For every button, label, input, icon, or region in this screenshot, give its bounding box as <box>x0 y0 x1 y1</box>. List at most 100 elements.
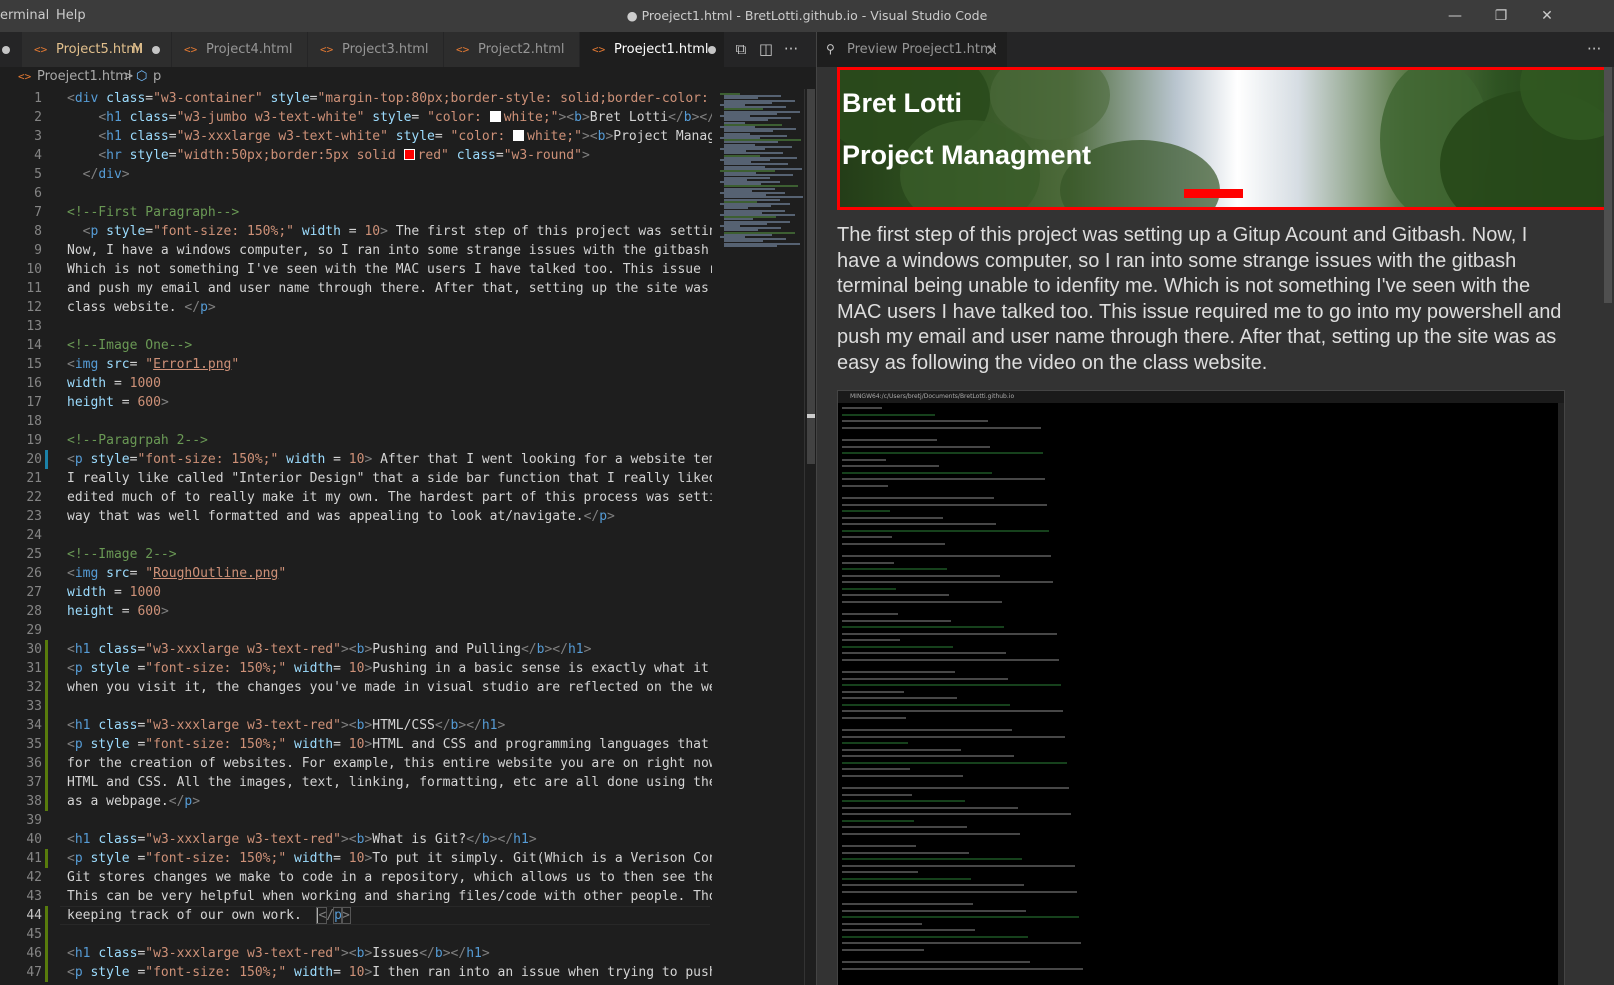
red-divider <box>1184 189 1243 198</box>
html-file-icon: <> <box>320 43 334 56</box>
more-actions-icon[interactable]: ··· <box>1587 32 1601 67</box>
git-change-marker <box>45 906 48 944</box>
terminal-line <box>842 413 935 416</box>
terminal-screenshot-image: MINGW64:/c/Users/bretj/Documents/BretLot… <box>837 390 1565 985</box>
line-number: 41 <box>26 851 42 866</box>
preview-scroll-thumb[interactable] <box>1604 67 1612 303</box>
maximize-button[interactable]: ❐ <box>1478 0 1524 32</box>
terminal-line <box>842 626 1004 628</box>
unsaved-dot-icon[interactable] <box>152 46 160 54</box>
banner-image: Bret Lotti Project Managment <box>837 67 1607 210</box>
terminal-line <box>842 478 1045 480</box>
line-number: 33 <box>26 699 42 714</box>
terminal-line <box>842 536 892 538</box>
terminal-line <box>842 458 886 461</box>
git-change-marker <box>45 450 48 469</box>
terminal-line <box>842 761 1067 764</box>
terminal-line <box>842 929 975 931</box>
line-number: 37 <box>26 775 42 790</box>
line-number: 32 <box>26 680 42 695</box>
line-number: 11 <box>26 281 42 296</box>
code-content[interactable]: <div class="w3-container" style="margin-… <box>67 89 712 985</box>
line-number: 17 <box>26 395 42 410</box>
terminal-line <box>842 452 1043 454</box>
modified-badge: M <box>132 42 144 57</box>
unsaved-dot-icon[interactable] <box>708 46 716 54</box>
terminal-line <box>842 935 1028 938</box>
terminal-line <box>842 909 1026 912</box>
line-number: 42 <box>26 870 42 885</box>
terminal-line <box>842 967 1083 970</box>
terminal-line <box>842 581 1053 583</box>
line-number: 24 <box>26 528 42 543</box>
title-bar: erminal Help ● Proeject1.html - BretLott… <box>0 0 1614 32</box>
tab-preview[interactable]: ⚲ Preview Proeject1.html × <box>817 32 1007 67</box>
line-number: 15 <box>26 357 42 372</box>
tab-label: Proeject1.html <box>614 42 709 57</box>
tab-project4[interactable]: <> Project4.html <box>172 32 308 67</box>
terminal-line <box>842 465 939 467</box>
terminal-scrollbar <box>1558 403 1564 985</box>
html-preview[interactable]: Bret Lotti Project Managment The first s… <box>817 67 1614 985</box>
preview-scrollbar[interactable] <box>1602 67 1614 985</box>
close-icon[interactable]: × <box>985 32 998 67</box>
split-editor-icon[interactable]: ◫ <box>754 32 778 67</box>
preview-paragraph: The first step of this project was setti… <box>837 224 1562 374</box>
terminal-line <box>842 658 1059 661</box>
line-number: 1 <box>34 91 42 106</box>
line-number: 31 <box>26 661 42 676</box>
minimize-button[interactable]: — <box>1432 0 1478 32</box>
terminal-line <box>842 787 1069 789</box>
terminal-line <box>842 574 1000 577</box>
terminal-line <box>842 671 955 673</box>
terminal-line <box>842 445 990 448</box>
preview-tab-label: Preview Proeject1.html <box>847 42 997 57</box>
line-number: 7 <box>34 205 42 220</box>
line-number: 3 <box>34 129 42 144</box>
line-number: 28 <box>26 604 42 619</box>
terminal-line <box>842 697 957 699</box>
html-file-icon: <> <box>34 43 48 56</box>
terminal-line <box>842 884 1024 886</box>
line-number: 30 <box>26 642 42 657</box>
html-file-icon: <> <box>184 43 198 56</box>
tab-proeject1[interactable]: <> Proeject1.html <box>580 32 725 67</box>
terminal-line <box>842 471 992 474</box>
terminal-line <box>842 774 963 777</box>
minimap[interactable] <box>718 89 804 985</box>
tab-label: Project4.html <box>206 42 293 57</box>
terminal-line <box>842 890 1077 893</box>
line-number: 20 <box>26 452 42 467</box>
terminal-line <box>842 426 1041 429</box>
code-editor[interactable]: 1 2 3 4 5 6 7 8 9 10 11 12 13 14 15 16 17 18 19 20 21 22 23 24 2… <box>0 89 816 985</box>
terminal-line <box>842 497 994 499</box>
tab-project5[interactable]: <> Project5.html M <box>22 32 172 67</box>
tab-project3[interactable]: <> Project3.html <box>308 32 444 67</box>
more-actions-icon[interactable]: ··· <box>779 32 803 67</box>
terminal-line <box>842 813 1071 815</box>
terminal-line <box>842 710 1063 712</box>
window-title: ● Proeject1.html - BretLotti.github.io -… <box>626 8 988 23</box>
terminal-line <box>842 420 988 422</box>
tab-project2[interactable]: <> Project2.html <box>444 32 580 67</box>
editor-scrollbar[interactable] <box>804 89 816 985</box>
terminal-line <box>842 729 1012 731</box>
breadcrumb-file[interactable]: Proeject1.html <box>37 67 132 87</box>
terminal-line <box>842 755 1014 757</box>
line-number: 34 <box>26 718 42 733</box>
scroll-position-marker <box>807 414 815 418</box>
line-number: 35 <box>26 737 42 752</box>
symbol-element-icon: ⬡ <box>136 69 148 84</box>
terminal-line <box>842 961 1030 963</box>
line-number: 23 <box>26 509 42 524</box>
close-button[interactable]: ✕ <box>1524 0 1570 32</box>
terminal-line <box>842 652 1006 654</box>
terminal-line <box>842 542 945 545</box>
open-preview-icon[interactable]: ⧉ <box>729 32 753 67</box>
terminal-line <box>842 916 1079 918</box>
terminal-line <box>842 587 896 590</box>
editor-scroll-thumb[interactable] <box>807 89 815 464</box>
terminal-line <box>842 703 1010 706</box>
preview-tab-bar: ⚲ Preview Proeject1.html × ··· <box>817 32 1614 67</box>
breadcrumb-symbol[interactable]: p <box>153 67 161 87</box>
